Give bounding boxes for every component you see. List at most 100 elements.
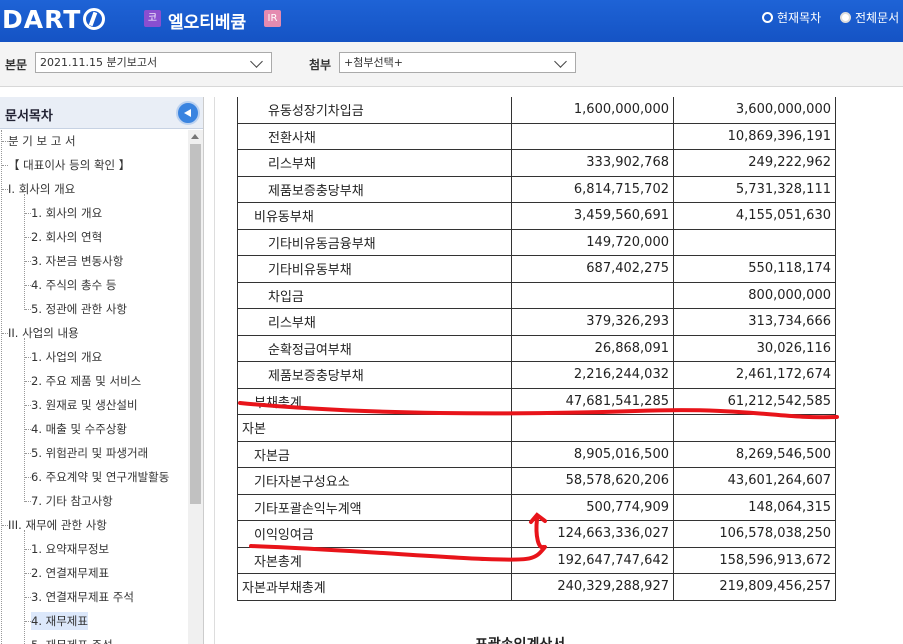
table-row: 기타비유동부채 687,402,275 550,118,174: [237, 255, 836, 283]
toc-item[interactable]: 1. 회사의 개요: [31, 204, 102, 222]
account-name: 부채총계: [237, 387, 512, 415]
top-header: DART 코 엘오티베큠 IR 현재목차 전체문서: [0, 0, 903, 42]
current-period-value: 687,402,275: [511, 255, 674, 283]
prior-period-value: 4,155,051,630: [673, 202, 836, 230]
account-name: 기타자본구성요소: [237, 467, 512, 495]
logo-text: DART: [2, 4, 82, 34]
section-heading: 포괄손익계산서: [475, 634, 565, 644]
prior-period-value: 61,212,542,585: [673, 387, 836, 415]
toc-item[interactable]: III. 재무에 관한 사항: [8, 516, 107, 534]
account-name: 이익잉여금: [237, 520, 512, 548]
account-name: 기타비유동금융부채: [237, 228, 512, 256]
current-period-value: 8,905,016,500: [511, 440, 674, 468]
prior-period-value: 2,461,172,674: [673, 361, 836, 389]
document-toolbar: 본문 2021.11.15 분기보고서 첨부 +첨부선택+: [0, 42, 903, 87]
prior-period-value: [673, 228, 836, 256]
radio-all-docs[interactable]: 전체문서: [840, 9, 899, 26]
toc-item[interactable]: 7. 기타 참고사항: [31, 492, 113, 510]
prior-period-value: 3,600,000,000: [673, 97, 836, 124]
current-period-value: [511, 122, 674, 150]
prior-period-value: 30,026,116: [673, 334, 836, 362]
toc-scrollbar[interactable]: [188, 130, 203, 644]
current-period-value: 1,600,000,000: [511, 97, 674, 124]
toc-item[interactable]: 2. 연결재무제표: [31, 564, 109, 582]
current-period-value: 26,868,091: [511, 334, 674, 362]
prior-period-value: 5,731,328,111: [673, 175, 836, 203]
dart-logo[interactable]: DART: [2, 4, 106, 34]
balance-sheet-table: 유동성장기차입금 1,600,000,000 3,600,000,000 전환사채 10…: [237, 97, 836, 601]
toc-item[interactable]: 4. 주식의 총수 등: [31, 276, 116, 294]
prior-period-value: 219,809,456,257: [673, 573, 836, 601]
toc-item[interactable]: II. 사업의 내용: [8, 324, 79, 342]
toc-tree: 분 기 보 고 서 【 대표이사 등의 확인 】 I. 회사의 개요 1. 회사의 개…: [0, 130, 188, 644]
account-name: 기타비유동부채: [237, 255, 512, 283]
tree-root-connector: [1, 130, 2, 644]
current-period-value: 149,720,000: [511, 228, 674, 256]
report-select[interactable]: 2021.11.15 분기보고서: [35, 52, 272, 73]
toc-sidebar: 문서목차 분 기 보 고 서 【 대표이사 등의 확인 】 I. 회사의 개요 1. …: [0, 97, 204, 644]
account-name: 비유동부채: [237, 202, 512, 230]
current-period-value: [511, 414, 674, 442]
attachment-select[interactable]: +첨부선택+: [339, 52, 576, 73]
company-name: 엘오티베큠: [168, 13, 247, 33]
attachment-select-value: +첨부선택+: [344, 56, 403, 69]
logo-mark-icon: [83, 8, 106, 30]
current-period-value: 333,902,768: [511, 149, 674, 177]
prior-period-value: [673, 414, 836, 442]
toc-item[interactable]: 2. 회사의 연혁: [31, 228, 102, 246]
radio-current-toc[interactable]: 현재목차: [762, 9, 821, 26]
toc-header: 문서목차: [0, 97, 203, 129]
radio-all-label: 전체문서: [855, 11, 900, 25]
toc-item[interactable]: 1. 요약재무정보: [31, 540, 109, 558]
toc-item[interactable]: 3. 원재료 및 생산설비: [31, 396, 138, 414]
account-name: 제품보증충당부채: [237, 361, 512, 389]
prior-period-value: 550,118,174: [673, 255, 836, 283]
attach-select-label: 첨부: [309, 58, 332, 72]
ir-badge[interactable]: IR: [264, 10, 281, 27]
account-name: 순확정급여부채: [237, 334, 512, 362]
current-period-value: 58,578,620,206: [511, 467, 674, 495]
collapse-sidebar-icon[interactable]: [176, 101, 200, 125]
table-row: 기타포괄손익누계액 500,774,909 148,064,315: [237, 493, 836, 521]
toc-item[interactable]: 【 대표이사 등의 확인 】: [8, 156, 130, 174]
document-viewer: 유동성장기차입금 1,600,000,000 3,600,000,000 전환사채 10…: [214, 97, 903, 644]
account-name: 전환사채: [237, 122, 512, 150]
tree-vertical-connector: [24, 530, 25, 644]
account-name: 차입금: [237, 281, 512, 309]
table-row: 리스부채 333,902,768 249,222,962: [237, 149, 836, 177]
current-period-value: 124,663,336,027: [511, 520, 674, 548]
account-name: 리스부채: [237, 308, 512, 336]
account-name: 자본총계: [237, 546, 512, 574]
prior-period-value: 8,269,546,500: [673, 440, 836, 468]
toc-item[interactable]: 5. 위험관리 및 파생거래: [31, 444, 148, 462]
current-period-value: 47,681,541,285: [511, 387, 674, 415]
toc-item[interactable]: 5. 재무제표 주석: [31, 636, 113, 644]
current-period-value: 500,774,909: [511, 493, 674, 521]
tree-vertical-connector: [24, 338, 25, 502]
tree-vertical-connector: [24, 194, 25, 310]
table-row: 자본총계 192,647,747,642 158,596,913,672: [237, 546, 836, 574]
toc-item[interactable]: 1. 사업의 개요: [31, 348, 102, 366]
prior-period-value: 106,578,038,250: [673, 520, 836, 548]
account-name: 제품보증충당부채: [237, 175, 512, 203]
radio-icon: [840, 12, 851, 23]
scroll-up-icon[interactable]: [191, 134, 199, 139]
toc-item[interactable]: 3. 자본금 변동사항: [31, 252, 123, 270]
table-row: 제품보증충당부채 2,216,244,032 2,461,172,674: [237, 361, 836, 389]
toc-item[interactable]: 2. 주요 제품 및 서비스: [31, 372, 141, 390]
table-row: 비유동부채 3,459,560,691 4,155,051,630: [237, 202, 836, 230]
table-row: 리스부채 379,326,293 313,734,666: [237, 308, 836, 336]
current-period-value: 2,216,244,032: [511, 361, 674, 389]
scroll-thumb[interactable]: [190, 144, 201, 504]
table-row: 순확정급여부채 26,868,091 30,026,116: [237, 334, 836, 362]
toc-item[interactable]: 4. 매출 및 수주상황: [31, 420, 127, 438]
toc-item[interactable]: 3. 연결재무제표 주석: [31, 588, 134, 606]
current-period-value: 192,647,747,642: [511, 546, 674, 574]
toc-item[interactable]: 6. 주요계약 및 연구개발활동: [31, 468, 169, 486]
table-row: 제품보증충당부채 6,814,715,702 5,731,328,111: [237, 175, 836, 203]
report-select-value: 2021.11.15 분기보고서: [40, 56, 158, 69]
toc-item[interactable]: 분 기 보 고 서: [8, 132, 76, 150]
toc-item[interactable]: 5. 정관에 관한 사항: [31, 300, 127, 318]
toc-item[interactable]: 4. 재무제표: [31, 612, 88, 630]
toc-item[interactable]: I. 회사의 개요: [8, 180, 75, 198]
